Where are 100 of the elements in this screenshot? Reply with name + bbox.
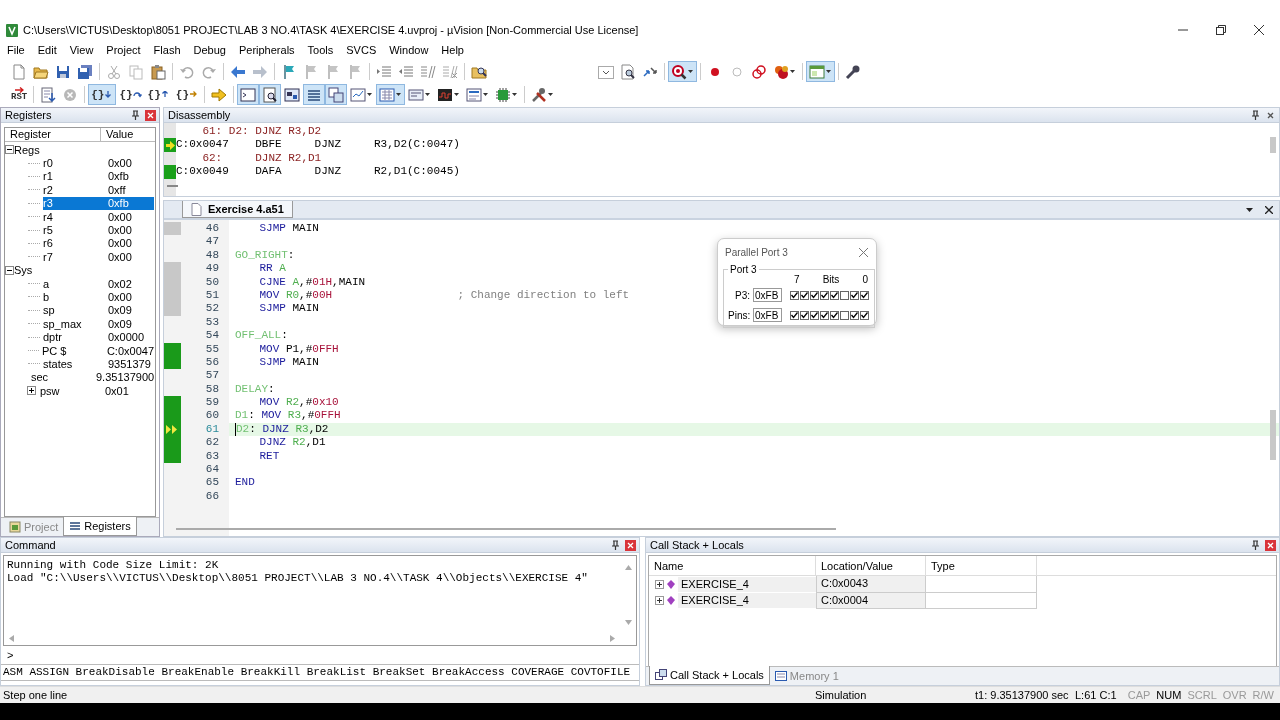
checkbox[interactable] bbox=[830, 310, 839, 320]
register-row[interactable]: b 0x00 bbox=[43, 290, 154, 304]
caret-icon[interactable] bbox=[483, 92, 489, 97]
register-row[interactable]: r3 0xfb bbox=[43, 196, 154, 210]
checkbox[interactable] bbox=[840, 310, 849, 320]
checkbox[interactable] bbox=[790, 310, 799, 320]
reset-button[interactable]: RST bbox=[8, 84, 31, 105]
file-tab[interactable]: Exercise 4.a51 bbox=[182, 201, 293, 218]
toolbar-button[interactable] bbox=[668, 61, 697, 82]
checkbox[interactable] bbox=[810, 310, 819, 320]
pin-icon[interactable] bbox=[611, 539, 620, 551]
panel-tab[interactable]: Registers bbox=[63, 517, 137, 536]
collapse-icon[interactable] bbox=[5, 265, 14, 275]
register-row[interactable]: r7 0x00 bbox=[43, 250, 154, 264]
expand-icon[interactable] bbox=[27, 386, 36, 396]
tree-node[interactable]: Sys bbox=[14, 264, 33, 277]
menu-item[interactable]: Help bbox=[441, 44, 464, 56]
checkbox[interactable] bbox=[850, 290, 859, 300]
pin-icon[interactable] bbox=[1251, 109, 1260, 121]
caret-icon[interactable] bbox=[396, 92, 402, 97]
register-row[interactable]: r5 0x00 bbox=[43, 223, 154, 237]
close-icon[interactable] bbox=[1265, 205, 1273, 214]
checkbox[interactable] bbox=[800, 310, 809, 320]
checkbox[interactable] bbox=[860, 310, 869, 320]
menu-item[interactable]: Edit bbox=[37, 44, 57, 56]
caret-icon[interactable] bbox=[688, 69, 694, 74]
menu-item[interactable]: File bbox=[7, 44, 25, 56]
register-row[interactable]: r4 0x00 bbox=[43, 209, 154, 224]
panel-tab[interactable]: Call Stack + Locals bbox=[649, 666, 770, 685]
close-button[interactable] bbox=[625, 539, 636, 551]
checkbox[interactable] bbox=[830, 290, 839, 300]
expand-icon[interactable] bbox=[655, 596, 664, 606]
checkbox[interactable] bbox=[860, 290, 869, 300]
column-header[interactable]: Value bbox=[101, 128, 155, 141]
checkbox[interactable] bbox=[820, 310, 829, 320]
table-cell: EXERCISE_4 bbox=[678, 593, 816, 609]
toolbar-button[interactable] bbox=[259, 84, 281, 105]
register-row[interactable]: PC $ C:0x0047 bbox=[41, 343, 154, 358]
scrollbar-thumb[interactable] bbox=[176, 528, 836, 530]
register-row[interactable]: dptr 0x0000 bbox=[43, 330, 154, 344]
checkbox[interactable] bbox=[840, 290, 849, 300]
checkbox[interactable] bbox=[810, 290, 819, 300]
line-number: 55 bbox=[204, 342, 219, 356]
collapse-icon[interactable] bbox=[5, 145, 14, 155]
column-header[interactable]: Type bbox=[926, 556, 1037, 575]
pin-icon[interactable] bbox=[131, 109, 140, 121]
register-row[interactable]: sec 9.35137900 bbox=[31, 370, 155, 385]
register-row[interactable]: states 9351379 bbox=[43, 357, 154, 371]
caret-icon[interactable] bbox=[454, 92, 460, 97]
register-row[interactable]: sp_max 0x09 bbox=[43, 317, 154, 331]
close-icon[interactable] bbox=[1254, 25, 1264, 35]
tab-menu-icon[interactable] bbox=[1246, 207, 1253, 212]
list-icon bbox=[69, 520, 82, 532]
input-field[interactable]: 0xFB bbox=[753, 308, 782, 322]
column-header[interactable]: Location/Value bbox=[816, 556, 926, 575]
tree-node[interactable]: Regs bbox=[14, 143, 40, 156]
restore-icon[interactable] bbox=[1216, 25, 1226, 35]
scrollbar-thumb[interactable] bbox=[1270, 137, 1276, 153]
line-number: 49 bbox=[204, 262, 219, 276]
register-row[interactable]: r6 0x00 bbox=[43, 236, 154, 251]
caret-icon[interactable] bbox=[826, 69, 832, 74]
caret-icon[interactable] bbox=[425, 92, 431, 97]
line-number: 48 bbox=[204, 248, 219, 263]
close-button[interactable] bbox=[145, 109, 156, 121]
register-row[interactable]: r1 0xfb bbox=[43, 169, 154, 184]
menu-item[interactable]: SVCS bbox=[346, 44, 377, 56]
checkbox[interactable] bbox=[820, 290, 829, 300]
step-out-button[interactable]: {} bbox=[144, 84, 173, 105]
scrollbar-thumb[interactable] bbox=[167, 185, 178, 187]
pin-icon[interactable] bbox=[1251, 539, 1260, 551]
menu-item[interactable]: Window bbox=[389, 44, 429, 56]
caret-icon[interactable] bbox=[790, 69, 796, 74]
menu-item[interactable]: Flash bbox=[153, 44, 181, 56]
register-value: 0xfb bbox=[108, 197, 129, 210]
input-field[interactable]: 0xFB bbox=[753, 288, 782, 302]
checkbox[interactable] bbox=[800, 290, 809, 300]
scrollbar-thumb[interactable] bbox=[1270, 410, 1276, 460]
expand-icon[interactable] bbox=[655, 579, 664, 589]
step-over-button[interactable]: {} bbox=[116, 84, 145, 105]
menu-item[interactable]: Project bbox=[106, 44, 141, 56]
register-row[interactable]: sp 0x09 bbox=[43, 303, 154, 318]
run-to-cursor-button[interactable]: {} bbox=[172, 84, 201, 105]
register-row[interactable]: psw 0x01 bbox=[40, 384, 154, 398]
checkbox[interactable] bbox=[790, 290, 799, 300]
column-header[interactable]: Register bbox=[5, 128, 101, 141]
column-header[interactable]: Name bbox=[649, 556, 816, 575]
register-value: 0x01 bbox=[105, 384, 129, 397]
menu-item[interactable]: Peripherals bbox=[238, 44, 295, 56]
menu-item[interactable]: Tools bbox=[307, 44, 334, 56]
register-row[interactable]: a 0x02 bbox=[43, 276, 154, 291]
checkbox[interactable] bbox=[850, 310, 859, 320]
close-button[interactable] bbox=[1265, 539, 1276, 551]
menu-item[interactable]: View bbox=[69, 44, 94, 56]
step-into-button[interactable]: {} bbox=[88, 84, 117, 105]
register-row[interactable]: r2 0xff bbox=[43, 183, 154, 197]
register-row[interactable]: r0 0x00 bbox=[43, 156, 154, 170]
caret-icon[interactable] bbox=[512, 92, 518, 97]
caret-icon[interactable] bbox=[548, 92, 554, 97]
caret-icon[interactable] bbox=[367, 92, 373, 97]
menu-item[interactable]: Debug bbox=[193, 44, 226, 56]
